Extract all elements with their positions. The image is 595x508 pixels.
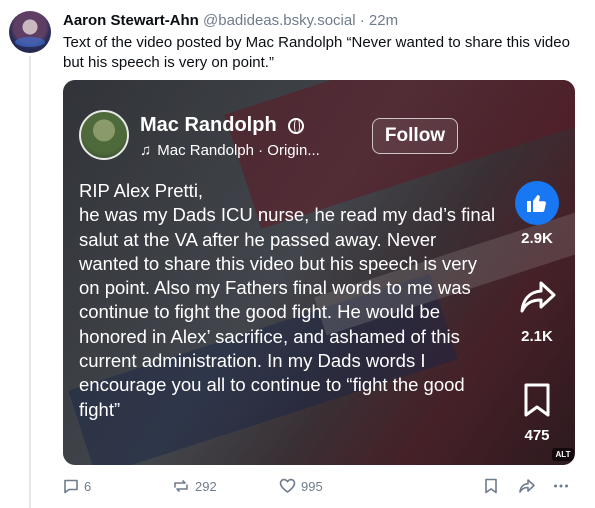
video-screenshot[interactable]: Mac Randolph ♫ Mac Randolph · Origin... F…	[63, 80, 575, 465]
post-actions: 6 292 995	[63, 478, 583, 498]
creator-avatar[interactable]	[79, 110, 129, 160]
share-button[interactable]	[518, 478, 536, 494]
avatar[interactable]	[9, 11, 51, 53]
share-icon	[519, 479, 535, 493]
post-text: Text of the video posted by Mac Randolph…	[63, 34, 570, 71]
bookmark-icon[interactable]	[523, 382, 551, 423]
ellipsis-icon	[554, 484, 568, 488]
music-row[interactable]: ♫ Mac Randolph · Origin...	[140, 142, 320, 159]
author-handle[interactable]: @badideas.bsky.social	[203, 12, 356, 29]
bookmark-button[interactable]	[484, 478, 498, 494]
video-overlay-text: RIP Alex Pretti, he was my Dads ICU nurs…	[79, 180, 496, 420]
share-arrow-icon[interactable]	[519, 280, 557, 319]
reply-icon	[64, 479, 78, 494]
alt-badge[interactable]: ALT	[552, 448, 574, 461]
saves-count: 475	[524, 427, 550, 444]
reply-button[interactable]: 6	[63, 478, 91, 494]
like-button[interactable]: 995	[279, 478, 323, 494]
follow-button[interactable]: Follow	[372, 118, 458, 154]
post-header: Aaron Stewart-Ahn @badideas.bsky.social …	[63, 12, 398, 29]
music-label: Mac Randolph · Origin...	[157, 142, 320, 159]
globe-icon	[288, 118, 304, 134]
likes-count: 2.9K	[521, 230, 553, 247]
post[interactable]: Aaron Stewart-Ahn @badideas.bsky.social …	[0, 0, 595, 508]
repost-button[interactable]: 292	[172, 478, 217, 494]
thread-line	[29, 56, 31, 508]
repost-count: 292	[195, 478, 217, 494]
shares-count: 2.1K	[521, 328, 553, 345]
author-name[interactable]: Aaron Stewart-Ahn	[63, 12, 199, 29]
heart-icon	[279, 478, 296, 493]
post-time[interactable]: 22m	[369, 12, 398, 29]
like-count: 995	[301, 478, 323, 494]
creator-name[interactable]: Mac Randolph	[140, 114, 277, 137]
separator-dot: ·	[359, 12, 365, 29]
thumbs-up-icon[interactable]	[515, 181, 559, 225]
bookmark-outline-icon	[485, 478, 497, 494]
reply-count: 6	[84, 478, 92, 494]
music-note-icon: ♫	[140, 142, 152, 159]
more-options-button[interactable]	[553, 478, 569, 494]
repost-icon	[174, 480, 188, 492]
